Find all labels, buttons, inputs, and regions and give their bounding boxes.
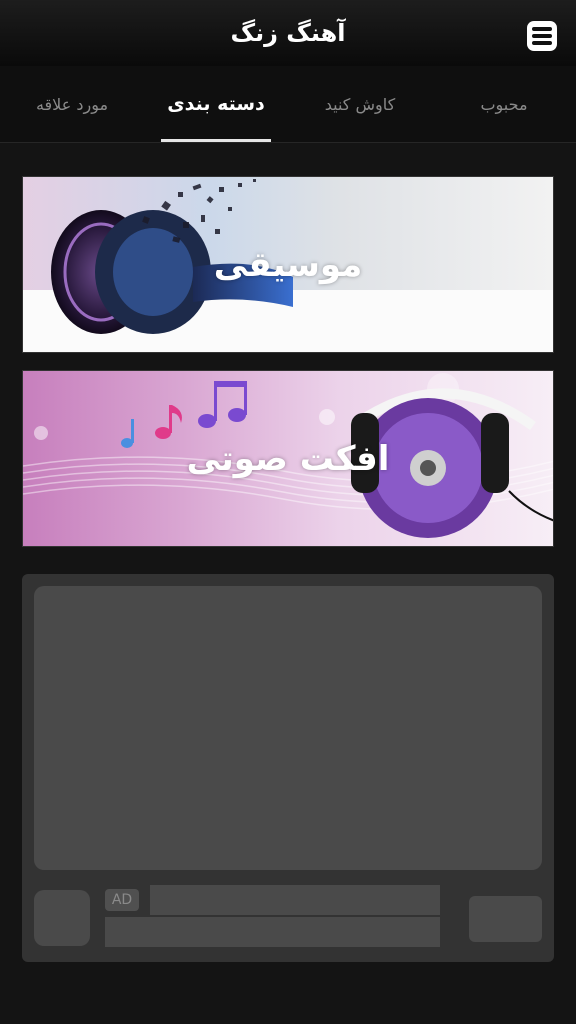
ad-title-placeholder xyxy=(150,885,440,915)
page-title: آهنگ زنگ xyxy=(230,19,346,47)
tab-bar: محبوب کاوش کنید دسته بندی مورد علاقه xyxy=(0,66,576,143)
tab-categories[interactable]: دسته بندی xyxy=(144,66,288,142)
ad-badge: AD xyxy=(105,889,139,911)
ad-cta-button[interactable] xyxy=(469,896,542,942)
category-music-label: موسیقی xyxy=(213,244,363,285)
tab-favorites[interactable]: مورد علاقه xyxy=(0,66,144,142)
category-effects-banner[interactable]: افکت صوتی xyxy=(22,370,554,547)
app-root: آهنگ زنگ محبوب کاوش کنید دسته بندی مورد … xyxy=(0,0,576,1024)
menu-icon-line xyxy=(532,27,552,31)
menu-icon-line xyxy=(532,34,552,38)
menu-icon-line xyxy=(532,41,552,45)
category-effects-label: افکت صوتی xyxy=(186,438,390,479)
title-bar: آهنگ زنگ xyxy=(0,0,576,66)
ad-icon-placeholder xyxy=(34,890,90,946)
category-music-banner[interactable]: موسیقی xyxy=(22,176,554,353)
ad-card[interactable]: AD xyxy=(22,574,554,962)
ad-body-placeholder xyxy=(105,917,440,947)
tab-popular[interactable]: محبوب xyxy=(432,66,576,142)
tab-explore[interactable]: کاوش کنید xyxy=(288,66,432,142)
menu-icon[interactable] xyxy=(527,21,557,51)
ad-media-placeholder xyxy=(34,586,542,870)
